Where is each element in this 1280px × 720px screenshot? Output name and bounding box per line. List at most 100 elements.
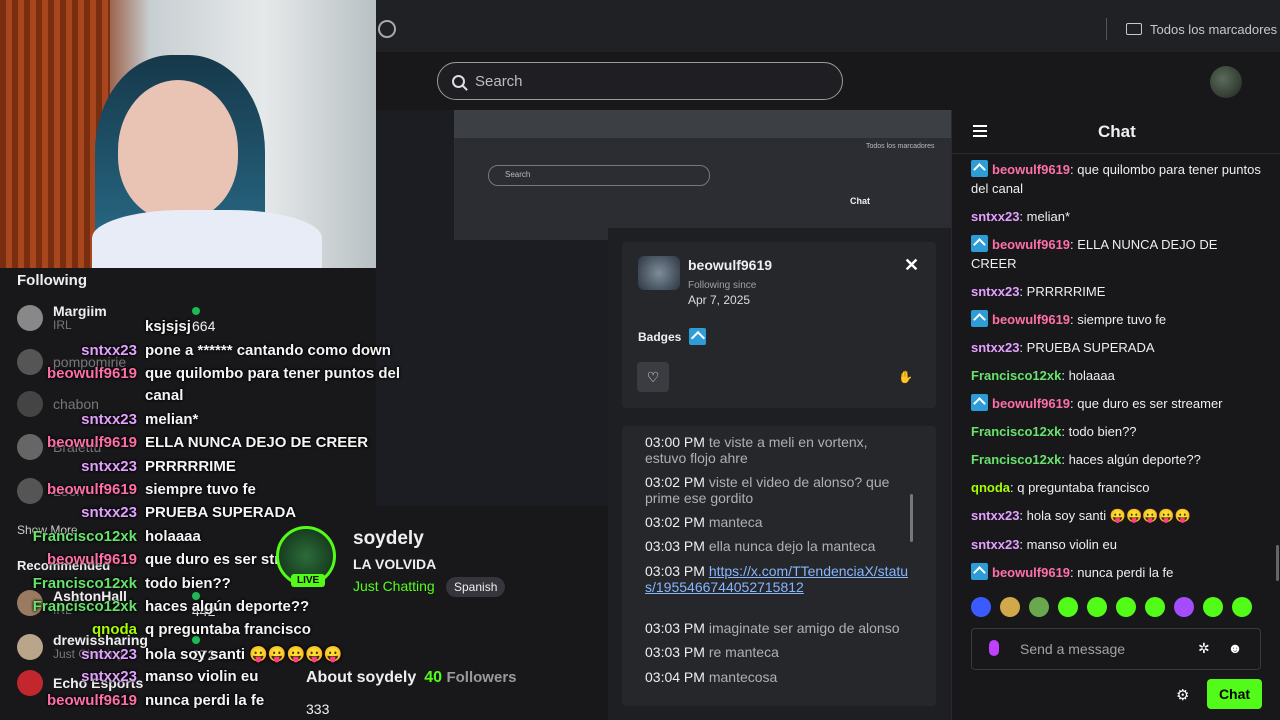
emote-icon[interactable] — [1174, 597, 1194, 617]
overlay-message: beowulf9619 que quilombo para tener punto… — [46, 365, 401, 382]
overlay-message: sntxx23 PRRRRRIME — [81, 458, 236, 475]
overlay-message: Francisco12xk todo bien?? — [32, 575, 231, 592]
history-item: 03:00 PM te viste a meli en vortenx, est… — [645, 434, 868, 466]
stream-category[interactable]: Just Chatting — [353, 578, 435, 594]
chat-message: beowulf9619: que quilombo para tener pun… — [971, 160, 1261, 196]
chat-message: beowulf9619: nunca perdi la fe — [971, 563, 1261, 582]
following-since-label: Following since — [688, 280, 757, 291]
followers-count: 40 — [424, 669, 443, 686]
bookmarks-folder[interactable]: Todos los marcadores — [1126, 20, 1277, 38]
chat-scrollbar[interactable] — [1276, 545, 1279, 581]
search-input[interactable]: Search — [437, 62, 843, 100]
overlay-message: ksjsjsj — [145, 318, 191, 335]
card-avatar — [638, 256, 680, 290]
overlay-message: beowulf9619 siempre tuvo fe — [46, 481, 256, 498]
history-item: 03:02 PM viste el video de alonso? que p… — [645, 474, 890, 506]
emoji-icon[interactable]: ☻ — [1228, 640, 1243, 657]
moderator-badge-icon — [971, 394, 988, 411]
emote-icon[interactable] — [1145, 597, 1165, 617]
globe-icon[interactable] — [378, 20, 396, 38]
overlay-message: sntxx23 pone a ****** cantando como down — [81, 342, 391, 359]
chat-message: qnoda: q preguntaba francisco — [971, 480, 1150, 495]
chat-message: beowulf9619: siempre tuvo fe — [971, 310, 1261, 329]
live-badge: LIVE — [291, 574, 326, 587]
chat-message: sntxx23: PRUEBA SUPERADA — [971, 340, 1155, 355]
send-chat-button[interactable]: Chat — [1207, 679, 1262, 709]
captured-bookmarks-label: Todos los marcadores — [866, 143, 935, 150]
chat-message: Francisco12xk: holaaaa — [971, 368, 1115, 383]
viewer-count: 664 — [192, 318, 216, 334]
overlay-message: sntxx23 PRUEBA SUPERADA — [81, 504, 297, 521]
history-item: 03:03 PM imaginate ser amigo de alonso — [645, 620, 900, 636]
overlay-message: beowulf9619 nunca perdi la fe — [46, 692, 265, 709]
about-text: 333 — [306, 701, 330, 717]
webcam-feed — [0, 0, 376, 268]
emote-icon[interactable] — [1116, 597, 1136, 617]
following-heading: Following — [17, 272, 87, 289]
emote-icon[interactable] — [1087, 597, 1107, 617]
overlay-message: qnoda q preguntaba francisco — [92, 621, 311, 638]
search-icon — [452, 74, 465, 88]
live-indicator-icon — [192, 307, 200, 315]
card-username[interactable]: beowulf9619 — [688, 257, 772, 273]
about-heading: About soydely 40 Followers — [306, 669, 517, 687]
toolbar-divider — [1106, 18, 1107, 40]
bookshelf — [0, 0, 110, 268]
heart-icon[interactable]: ♡ — [637, 362, 669, 392]
emote-icon[interactable] — [1232, 597, 1252, 617]
collapse-chat-icon[interactable] — [973, 125, 987, 137]
following-since-date: Apr 7, 2025 — [688, 293, 751, 307]
chat-message: sntxx23: PRRRRRIME — [971, 284, 1106, 299]
stream-title: LA VOLVIDA — [353, 556, 437, 572]
mic-icon[interactable] — [989, 640, 999, 656]
chat-message: sntxx23: hola soy santi 😛😛😛😛😛 — [971, 508, 1191, 523]
overlay-message: sntxx23 hola soy santi 😛😛😛😛😛 — [81, 646, 343, 663]
search-placeholder: Search — [475, 72, 523, 90]
emote-icon[interactable] — [1029, 597, 1049, 617]
following-name: Margiim — [53, 303, 107, 319]
overlay-message: sntxx23 manso violin eu — [81, 668, 259, 685]
history-item: 03:03 PM ella nunca dejo la manteca — [645, 538, 876, 554]
overlay-message: Francisco12xk haces algún deporte?? — [32, 598, 310, 615]
language-tag[interactable]: Spanish — [446, 577, 506, 597]
chat-message: Francisco12xk: haces algún deporte?? — [971, 452, 1201, 467]
user-avatar[interactable] — [1210, 66, 1242, 98]
chat-message: beowulf9619: que duro es ser streamer — [971, 394, 1261, 413]
emote-icon[interactable] — [971, 597, 991, 617]
folder-icon — [1126, 23, 1142, 35]
moderator-badge-icon — [971, 235, 988, 252]
streamer-shirt — [92, 210, 322, 268]
captured-chat-title: Chat — [850, 196, 870, 206]
streamer-face — [118, 80, 238, 220]
overlay-message: sntxx23 melian* — [81, 411, 199, 428]
overlay-message: beowulf9619 ELLA NUNCA DEJO DE CREER — [46, 434, 369, 451]
overlay-message: canal — [145, 387, 184, 404]
close-icon[interactable]: ✕ — [904, 255, 919, 276]
moderator-badge-icon — [689, 328, 707, 345]
chat-title: Chat — [1098, 122, 1136, 141]
badges-label: Badges — [638, 329, 682, 344]
chat-message: Francisco12xk: todo bien?? — [971, 424, 1137, 439]
moderator-badge-icon — [971, 310, 988, 327]
card-badges: Badges — [638, 328, 707, 345]
emote-icon[interactable] — [1058, 597, 1078, 617]
streamer-name[interactable]: soydely — [353, 528, 424, 550]
history-scrollbar[interactable] — [910, 494, 913, 542]
history-item: 03:03 PM re manteca — [645, 644, 779, 660]
captured-browser-bar — [454, 110, 951, 138]
overlay-message: Francisco12xk holaaaa — [32, 528, 201, 545]
emote-icon[interactable] — [1203, 597, 1223, 617]
emote-icon[interactable] — [1000, 597, 1020, 617]
history-item: 03:02 PM manteca — [645, 514, 763, 530]
chat-message: sntxx23: melian* — [971, 209, 1071, 224]
followers-label: Followers — [446, 669, 517, 686]
about-title: About soydely — [306, 669, 417, 686]
chat-message: beowulf9619: ELLA NUNCA DEJO DE CREER — [971, 235, 1218, 271]
history-item: 03:03 PM https://x.com/TTendenciaX/statu… — [645, 563, 909, 595]
gear-icon[interactable]: ⚙ — [1176, 686, 1189, 704]
bookmarks-label: Todos los marcadores — [1150, 21, 1278, 37]
history-item: 03:04 PM mantecosa — [645, 669, 778, 685]
translate-icon[interactable]: ✲ — [1198, 640, 1210, 657]
moderator-badge-icon — [971, 563, 988, 580]
hand-icon[interactable]: ✋ — [898, 370, 913, 384]
